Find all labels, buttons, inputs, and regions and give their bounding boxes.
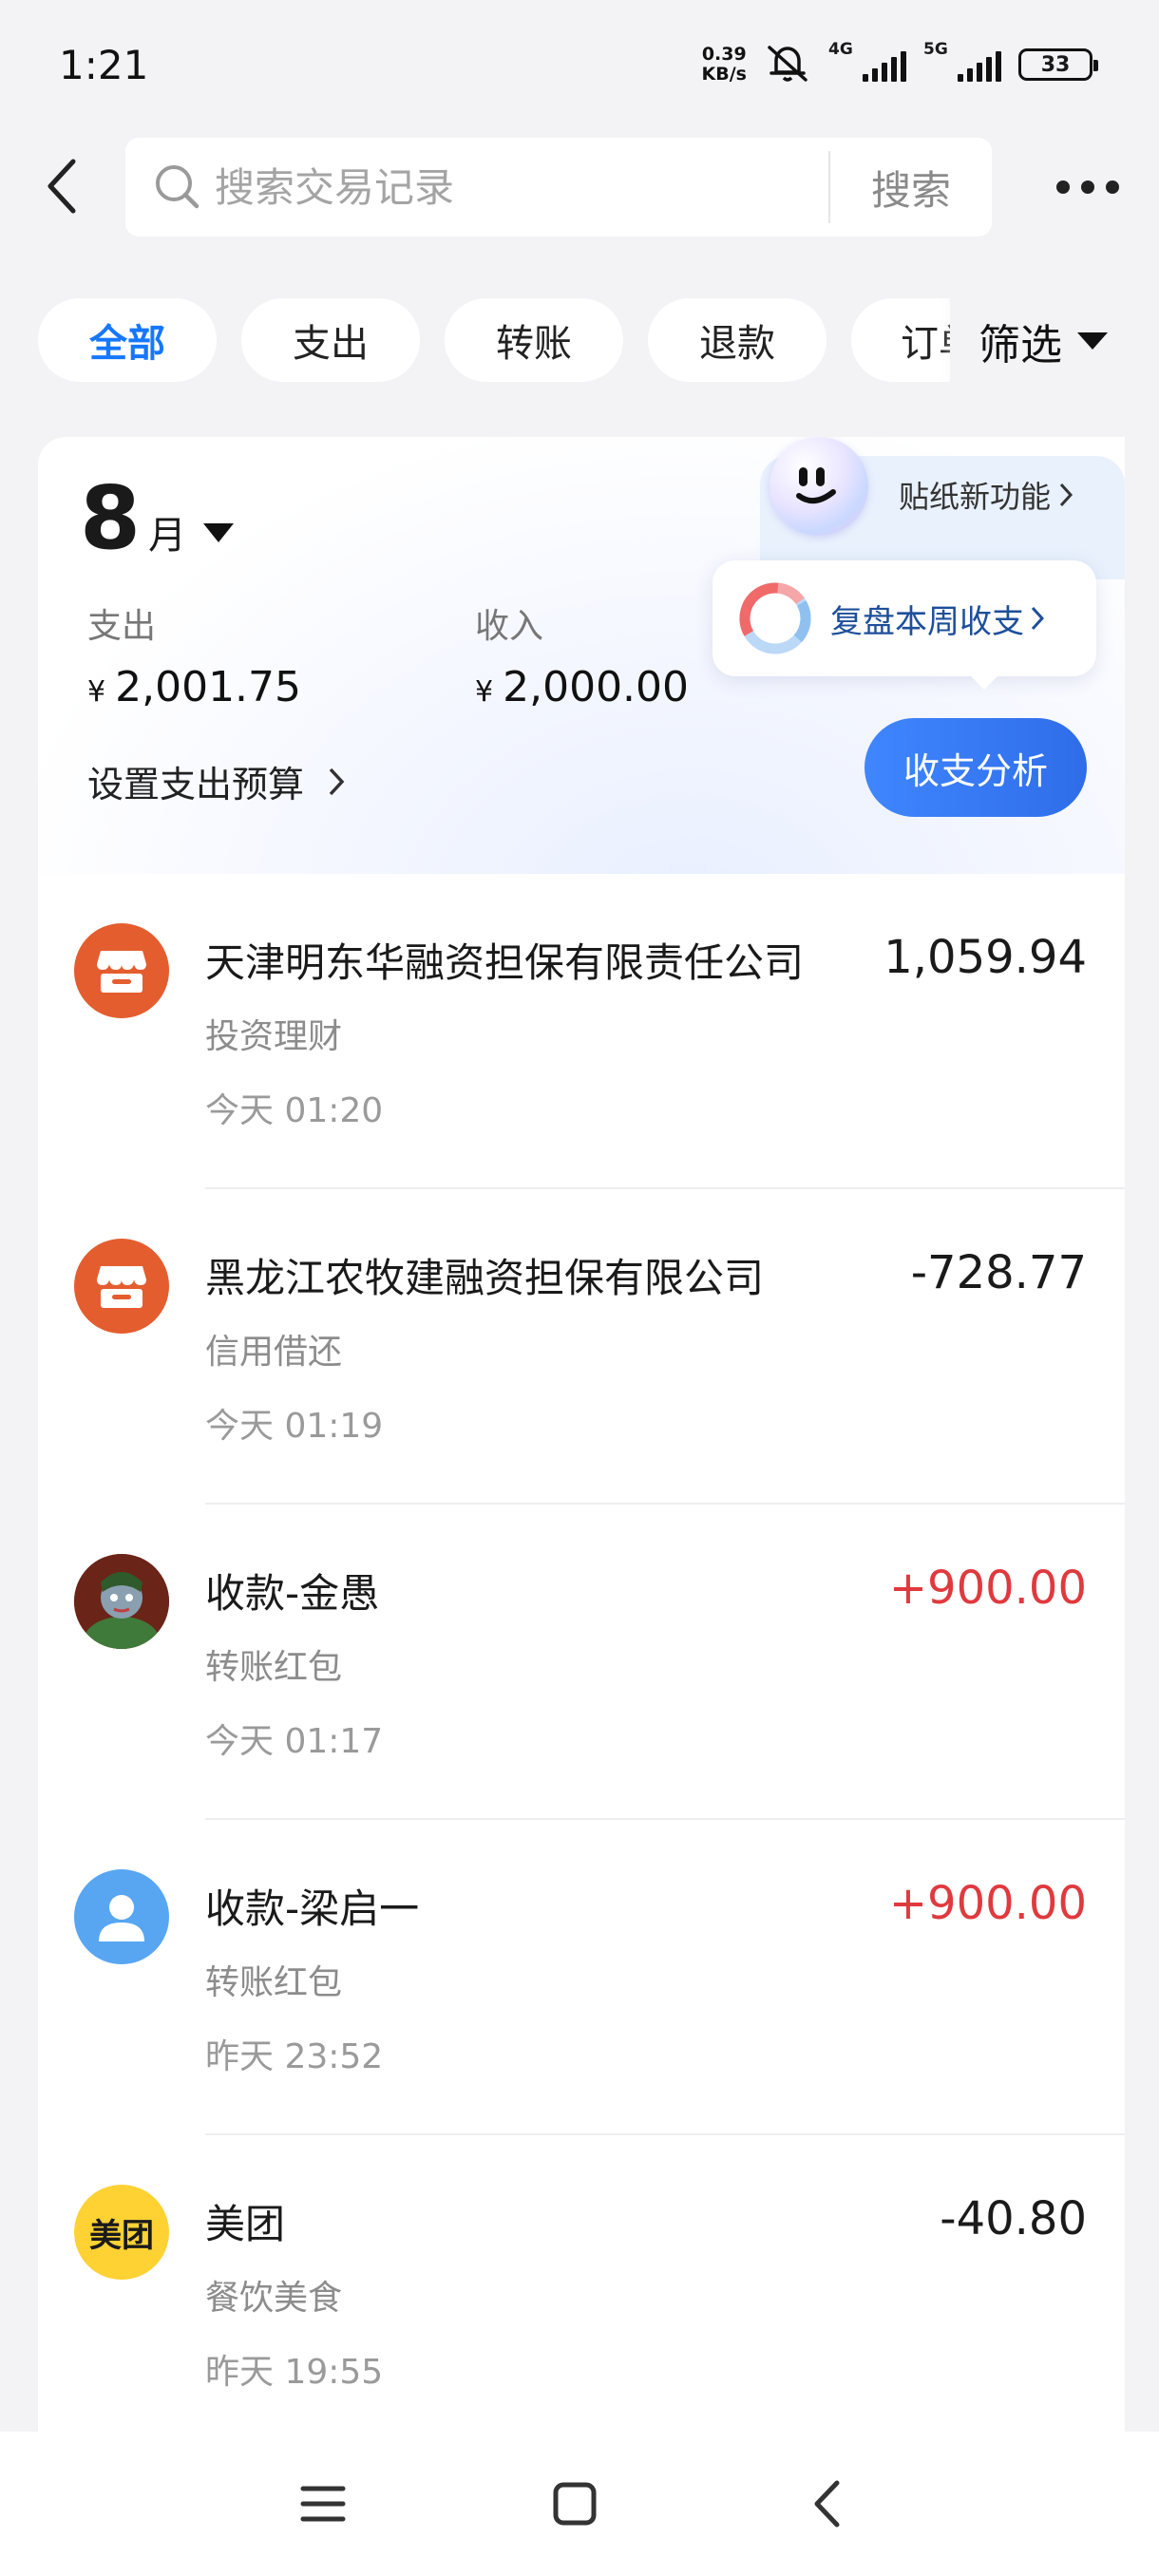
signal-5g-icon: 5G: [923, 40, 1001, 82]
chevron-left-icon: [48, 159, 76, 214]
shop-icon: [74, 923, 169, 1018]
set-budget-link[interactable]: 设置支出预算: [87, 755, 346, 807]
bill-card: 贴纸新功能 8 月 支出 ¥2,001.75 收入 ¥2,000.00 设置支出…: [38, 437, 1125, 2432]
month-selector[interactable]: 8 月: [80, 467, 235, 569]
budget-link-label: 设置支出预算: [87, 764, 305, 805]
review-label: 复盘本周收支: [830, 602, 1024, 641]
caret-down-icon: [1077, 332, 1108, 350]
filter-chip-all[interactable]: 全部: [38, 298, 217, 382]
status-bar: 1:21 0.39 KB/s 4G 5G 33: [0, 0, 1159, 133]
expense-value: 2,001.75: [115, 663, 302, 711]
income-currency: ¥: [475, 675, 494, 709]
top-nav: 搜索: [0, 138, 1159, 242]
filter-dropdown[interactable]: 筛选: [950, 298, 1159, 384]
income-label: 收入: [475, 607, 544, 646]
review-link: 复盘本周收支: [830, 596, 1045, 642]
filter-chip-transfer[interactable]: 转账: [445, 298, 623, 382]
home-button[interactable]: [537, 2466, 613, 2542]
status-icons: 0.39 KB/s 4G 5G 33: [702, 40, 1098, 87]
transaction-time: 昨天 23:52: [205, 2037, 384, 2076]
network-speed: 0.39 KB/s: [702, 45, 747, 85]
system-back-button[interactable]: [788, 2466, 864, 2542]
chevron-right-icon: [1059, 483, 1074, 507]
chevron-right-icon: [329, 767, 345, 795]
signal-4g-label: 4G: [828, 40, 853, 59]
search-input[interactable]: [215, 163, 804, 211]
transaction-category: 餐饮美食: [205, 2279, 343, 2318]
transaction-name: 美团: [205, 2201, 286, 2247]
transaction-category: 转账红包: [205, 1963, 343, 2002]
transaction-row[interactable]: 收款-金愚 +900.00 转账红包 今天 01:17: [38, 1505, 1125, 1820]
meituan-logo: 美团: [74, 2185, 169, 2280]
transaction-row[interactable]: 美团 美团 -40.80 餐饮美食 昨天 19:55: [38, 2135, 1125, 2432]
transaction-amount: -728.77: [910, 1246, 1087, 1299]
expense-label: 支出: [87, 607, 157, 646]
transaction-name: 收款-梁启一: [205, 1885, 420, 1932]
transaction-row[interactable]: 黑龙江农牧建融资担保有限公司 -728.77 信用借还 今天 01:19: [38, 1189, 1125, 1505]
battery-icon: 33: [1018, 48, 1098, 81]
transaction-amount: +900.00: [888, 1877, 1087, 1930]
filter-row: 全部 支出 转账 退款 订单 筛选: [0, 298, 1159, 384]
sticker-label: 贴纸新功能: [899, 479, 1052, 515]
filter-chip-expense[interactable]: 支出: [241, 298, 420, 382]
month-number: 8: [80, 467, 142, 569]
transaction-category: 信用借还: [205, 1333, 343, 1372]
weekly-review-popup[interactable]: 复盘本周收支: [712, 560, 1096, 690]
search-bar: 搜索: [125, 138, 992, 237]
expense-currency: ¥: [87, 675, 106, 709]
back-button[interactable]: [28, 153, 95, 219]
status-time: 1:21: [59, 42, 149, 88]
menu-icon: [300, 2486, 346, 2522]
income-value: 2,000.00: [503, 663, 690, 711]
recent-apps-button[interactable]: [285, 2466, 361, 2542]
transaction-amount: +900.00: [888, 1562, 1087, 1615]
donut-chart-icon: [739, 582, 811, 654]
income-expense-analysis-button[interactable]: 收支分析: [864, 718, 1087, 817]
shop-icon: [74, 1239, 169, 1334]
square-icon: [553, 2482, 597, 2526]
sticker-mascot-icon[interactable]: [770, 437, 868, 536]
transaction-category: 投资理财: [205, 1017, 343, 1056]
transaction-name: 天津明东华融资担保有限责任公司: [205, 939, 805, 986]
battery-level: 33: [1040, 52, 1071, 77]
caret-down-icon: [203, 523, 235, 542]
transaction-time: 今天 01:20: [205, 1091, 384, 1130]
photo-avatar: [74, 1554, 169, 1649]
transaction-row[interactable]: 收款-梁启一 +900.00 转账红包 昨天 23:52: [38, 1820, 1125, 2135]
transaction-name: 黑龙江农牧建融资担保有限公司: [205, 1255, 765, 1301]
transaction-amount: -40.80: [940, 2192, 1087, 2245]
network-speed-value: 0.39: [701, 44, 747, 65]
search-button[interactable]: 搜索: [830, 138, 992, 237]
filter-dropdown-label: 筛选: [978, 321, 1062, 369]
transaction-time: 昨天 19:55: [205, 2353, 384, 2392]
transaction-name: 收款-金愚: [205, 1570, 380, 1617]
transaction-amount: 1,059.94: [884, 931, 1087, 984]
chevron-left-icon: [814, 2480, 840, 2528]
network-speed-unit: KB/s: [701, 64, 747, 85]
transaction-time: 今天 01:17: [205, 1722, 384, 1761]
chevron-right-icon: [1031, 606, 1045, 631]
more-options-button[interactable]: [1045, 166, 1130, 208]
transaction-category: 转账红包: [205, 1648, 343, 1687]
more-dots-icon: [1056, 180, 1070, 194]
system-nav-bar: [0, 2432, 1159, 2576]
search-icon: [152, 161, 203, 213]
sticker-new-feature-link[interactable]: 贴纸新功能: [899, 473, 1074, 517]
mute-bell-icon: [764, 42, 811, 87]
income-value-row: ¥2,000.00: [475, 663, 689, 711]
signal-4g-icon: 4G: [828, 40, 906, 82]
expense-summary: 支出 ¥2,001.75: [87, 598, 301, 711]
transaction-row[interactable]: 天津明东华融资担保有限责任公司 1,059.94 投资理财 今天 01:20: [38, 874, 1125, 1189]
filter-chip-refund[interactable]: 退款: [648, 298, 826, 382]
income-summary: 收入 ¥2,000.00: [475, 598, 689, 711]
expense-value-row: ¥2,001.75: [87, 663, 301, 711]
person-icon: [74, 1869, 169, 1964]
transaction-time: 今天 01:19: [205, 1407, 384, 1446]
signal-5g-label: 5G: [923, 40, 948, 59]
month-unit: 月: [148, 514, 187, 558]
transaction-list: 天津明东华融资担保有限责任公司 1,059.94 投资理财 今天 01:20 黑…: [38, 874, 1125, 2432]
